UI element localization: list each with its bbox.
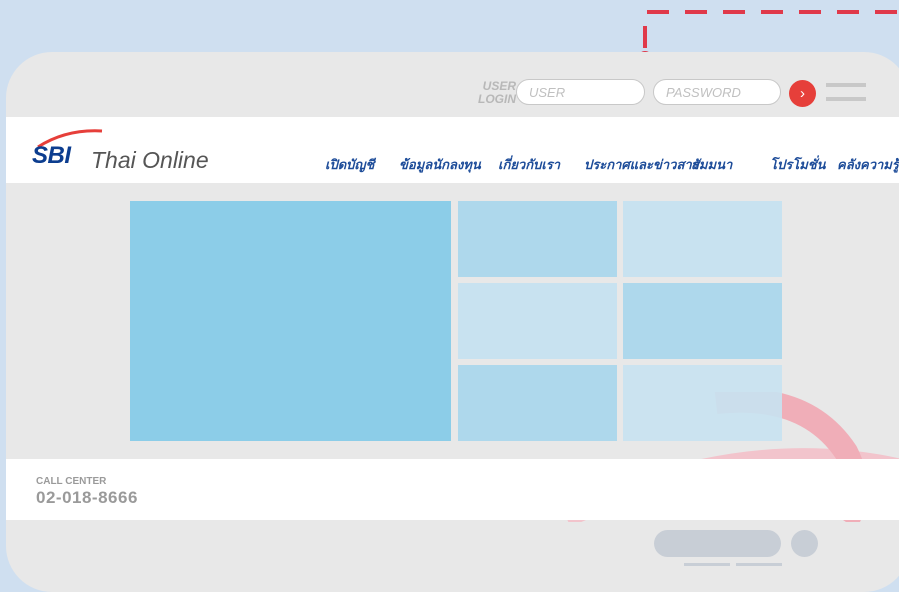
username-input[interactable]	[516, 79, 645, 105]
footer-indicator-1	[684, 563, 730, 566]
menu-item-promotion[interactable]: โปรโมชั่น	[770, 154, 825, 175]
call-center-bar: CALL CENTER 02-018-8666	[6, 459, 899, 520]
call-center-label: CALL CENTER	[36, 476, 107, 487]
login-submit-button[interactable]: ›	[789, 80, 816, 107]
password-input[interactable]	[653, 79, 781, 105]
hero-banner-tile[interactable]	[130, 201, 451, 441]
user-login-label: USER LOGIN	[478, 79, 516, 106]
browser-frame: USER LOGIN › SBI Thai Online เปิดบัญชี ข…	[6, 52, 899, 592]
content-tile-5[interactable]	[458, 365, 617, 441]
menu-item-knowledge[interactable]: คลังความรู้	[837, 154, 899, 175]
arrow-right-icon: ›	[800, 85, 805, 102]
content-tile-6[interactable]	[623, 365, 782, 441]
footer-pill-button[interactable]	[654, 530, 781, 557]
content-tile-2[interactable]	[623, 201, 782, 277]
hamburger-menu-icon[interactable]	[826, 83, 866, 103]
content-tile-3[interactable]	[458, 283, 617, 359]
main-menu: เปิดบัญชี ข้อมูลนักลงทุน เกี่ยวกับเรา ปร…	[6, 154, 899, 174]
footer-dot-button[interactable]	[791, 530, 818, 557]
content-tile-1[interactable]	[458, 201, 617, 277]
menu-item-about-us[interactable]: เกี่ยวกับเรา	[498, 154, 560, 175]
menu-item-news[interactable]: ประกาศและข่าวสาร	[584, 154, 699, 175]
menu-item-investor-info[interactable]: ข้อมูลนักลงทุน	[399, 154, 481, 175]
header-nav: SBI Thai Online เปิดบัญชี ข้อมูลนักลงทุน…	[6, 117, 899, 183]
menu-item-open-account[interactable]: เปิดบัญชี	[325, 154, 374, 175]
menu-item-seminar[interactable]: สัมมนา	[691, 154, 732, 175]
content-tile-4[interactable]	[623, 283, 782, 359]
footer-indicator-2	[736, 563, 782, 566]
call-center-number[interactable]: 02-018-8666	[36, 488, 138, 508]
